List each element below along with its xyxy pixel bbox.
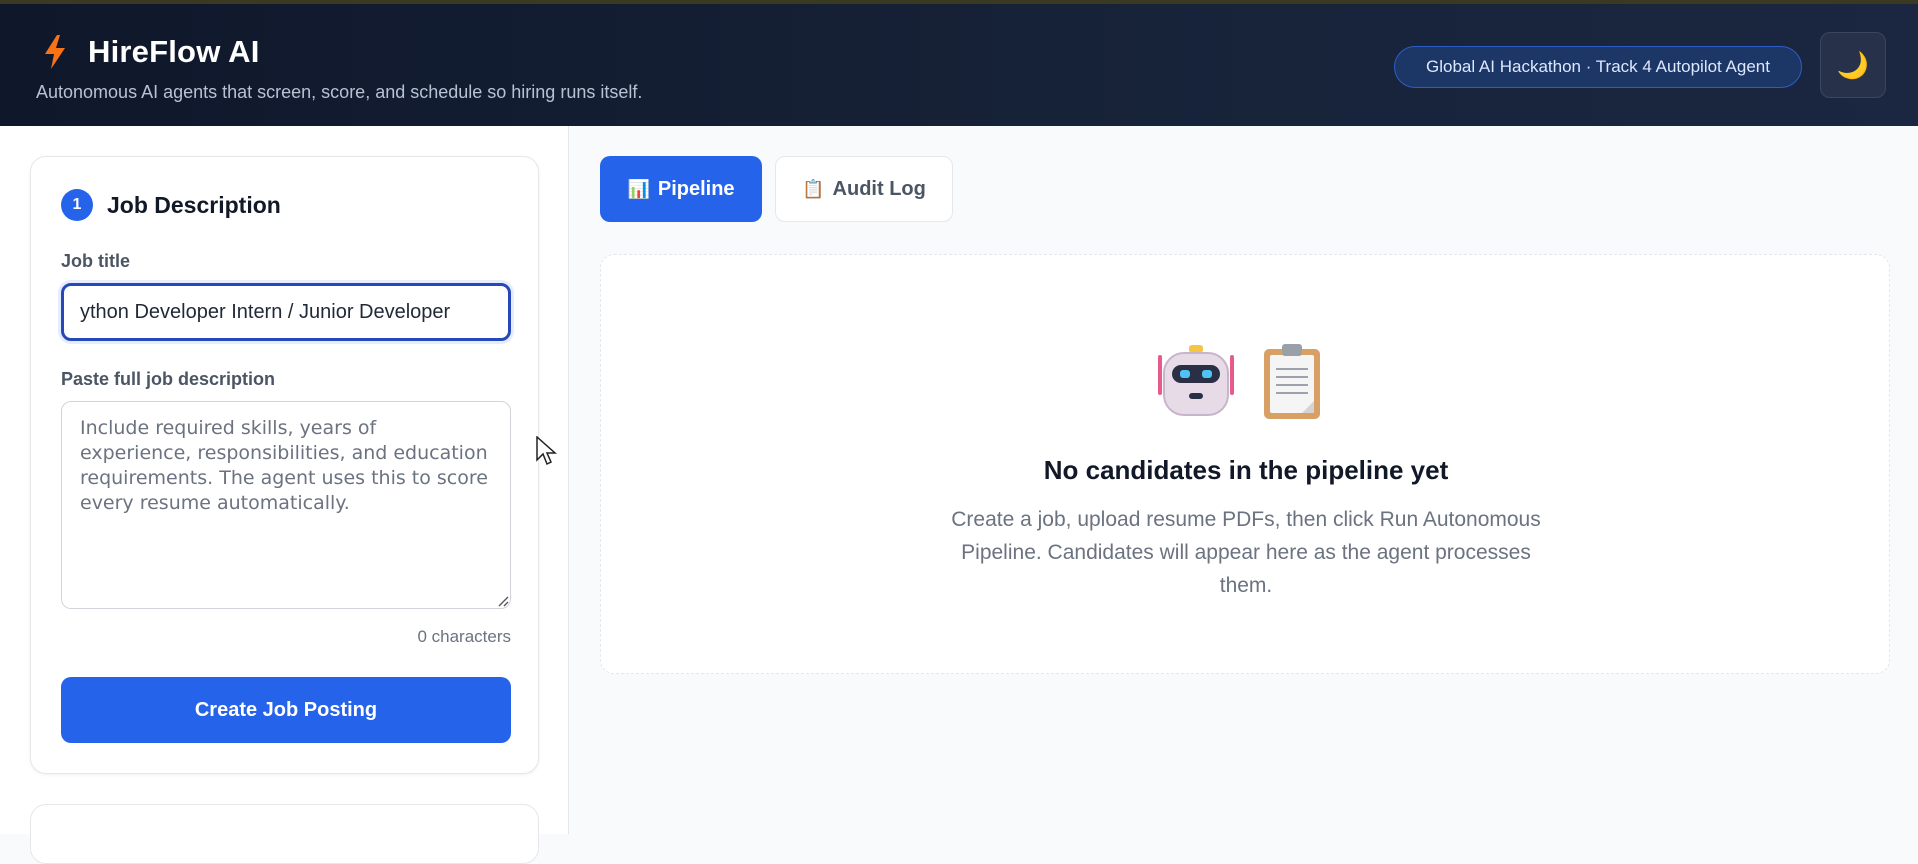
tab-label: Pipeline	[657, 177, 735, 200]
brand: HireFlow AI	[42, 34, 260, 70]
card-title: Job Description	[107, 191, 281, 218]
mouse-cursor-icon	[536, 436, 557, 466]
step-number-badge: 1	[61, 189, 93, 221]
app-tagline: Autonomous AI agents that screen, score,…	[36, 82, 643, 102]
moon-icon: 🌙	[1836, 49, 1870, 80]
robot-icon	[1158, 345, 1234, 416]
step-header: 1 Job Description	[61, 189, 281, 221]
empty-state-title: No candidates in the pipeline yet	[1043, 455, 1449, 485]
bar-chart-icon: 📊	[627, 178, 650, 199]
job-title-label: Job title	[61, 251, 131, 271]
empty-state-message: Create a job, upload resume PDFs, then c…	[951, 508, 1541, 597]
create-job-posting-button[interactable]: Create Job Posting	[61, 677, 511, 743]
tab-audit-log[interactable]: 📋 Audit Log	[775, 156, 953, 222]
job-description-textarea[interactable]	[61, 401, 511, 609]
empty-state-illustration	[1156, 341, 1324, 421]
main-panel: 📊 Pipeline 📋 Audit Log No candidates in …	[570, 126, 1918, 834]
clipboard-icon	[1264, 344, 1320, 419]
pipeline-empty-state: No candidates in the pipeline yet Create…	[600, 254, 1890, 674]
job-description-card: 1 Job Description Job title Paste full j…	[30, 156, 539, 774]
theme-toggle-button[interactable]: 🌙	[1820, 32, 1886, 98]
tab-label: Audit Log	[832, 177, 926, 200]
resize-handle-icon[interactable]	[497, 595, 509, 607]
app-header: HireFlow AI Autonomous AI agents that sc…	[0, 4, 1918, 126]
clipboard-icon: 📋	[802, 178, 825, 199]
hackathon-badge: Global AI Hackathon · Track 4 Autopilot …	[1394, 46, 1802, 88]
sidebar: 1 Job Description Job title Paste full j…	[0, 126, 569, 864]
bolt-icon	[45, 35, 65, 69]
character-count: 0 characters	[417, 627, 511, 646]
job-title-input[interactable]	[61, 283, 511, 341]
next-step-card	[30, 804, 539, 864]
app-title: HireFlow AI	[88, 34, 260, 69]
description-label: Paste full job description	[61, 369, 276, 389]
tab-pipeline[interactable]: 📊 Pipeline	[600, 156, 762, 222]
